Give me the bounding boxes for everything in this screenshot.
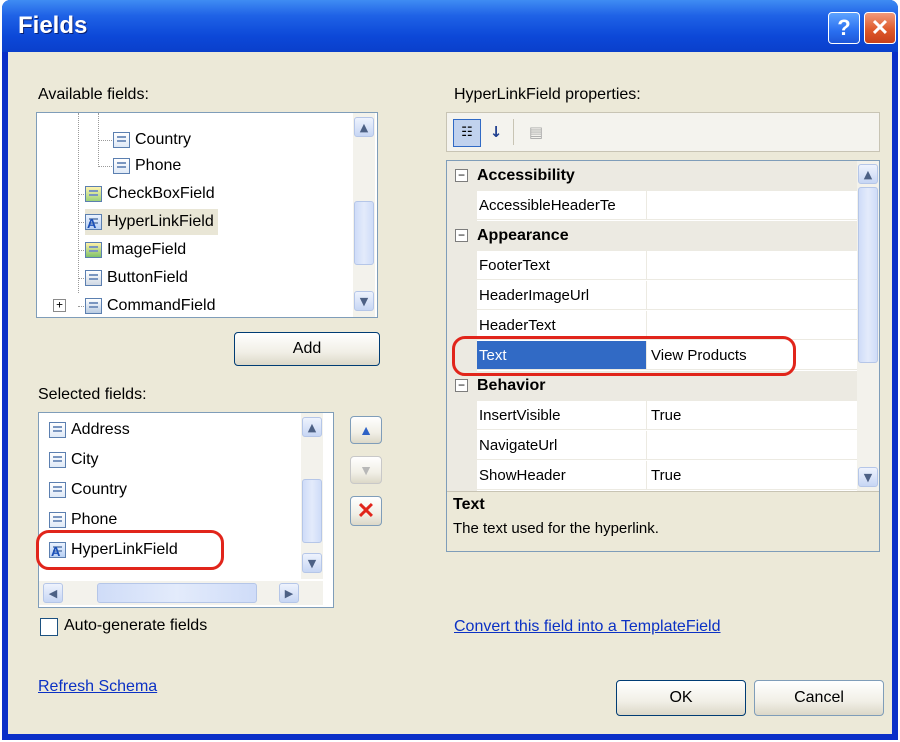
cancel-button[interactable]: Cancel: [754, 680, 884, 716]
auto-generate-checkbox[interactable]: [40, 618, 58, 636]
selected-fields-label: Selected fields:: [38, 386, 147, 403]
scroll-down-icon[interactable]: ▼: [302, 553, 322, 573]
boundfield-icon: [113, 157, 130, 174]
list-item[interactable]: Address: [49, 417, 130, 443]
property-row-selected[interactable]: Text View Products: [447, 341, 857, 371]
tree-item[interactable]: ImageField: [85, 237, 186, 263]
scroll-thumb[interactable]: [97, 583, 257, 603]
scroll-up-icon[interactable]: ▲: [302, 417, 322, 437]
tree-item[interactable]: CommandField: [85, 293, 215, 317]
boundfield-icon: [49, 421, 66, 438]
property-row[interactable]: AccessibleHeaderTe: [447, 191, 857, 221]
move-up-button[interactable]: ▲: [350, 416, 382, 444]
property-row[interactable]: HeaderImageUrl: [447, 281, 857, 311]
scroll-thumb[interactable]: [354, 201, 374, 265]
arrow-down-icon: ▼: [359, 462, 373, 478]
available-fields-scrollbar[interactable]: ▲ ▼: [353, 113, 375, 317]
properties-label: HyperLinkField properties:: [454, 86, 641, 103]
property-grid-scrollbar[interactable]: ▲ ▼: [857, 161, 879, 491]
boundfield-icon: [49, 451, 66, 468]
categorized-icon[interactable]: ☷: [453, 119, 481, 147]
tree-item[interactable]: ButtonField: [85, 265, 188, 291]
property-pages-icon[interactable]: ▤: [523, 119, 549, 145]
tree-item[interactable]: CheckBoxField: [85, 181, 215, 207]
list-item[interactable]: Country: [49, 477, 127, 503]
category-accessibility[interactable]: − Accessibility: [447, 161, 857, 191]
help-button[interactable]: ?: [828, 12, 860, 44]
property-row[interactable]: FooterText: [447, 251, 857, 281]
property-grid[interactable]: − Accessibility AccessibleHeaderTe − App…: [446, 160, 880, 552]
dialog-title: Fields: [18, 12, 88, 39]
properties-toolbar: ☷ ↓ ▤: [446, 112, 880, 152]
refresh-schema-link[interactable]: Refresh Schema: [38, 678, 157, 696]
scroll-down-icon[interactable]: ▼: [858, 467, 878, 487]
scroll-up-icon[interactable]: ▲: [354, 117, 374, 137]
fields-dialog: Fields ? ✕ Available fields: Country Pho…: [2, 0, 898, 740]
title-bar[interactable]: Fields ? ✕: [2, 0, 898, 52]
scroll-left-icon[interactable]: ◀: [43, 583, 63, 603]
list-item[interactable]: City: [49, 447, 99, 473]
tree-item[interactable]: Country: [113, 127, 191, 153]
commandfield-icon: [85, 297, 102, 314]
move-down-button[interactable]: ▼: [350, 456, 382, 484]
selected-fields-list[interactable]: Address City Country Phone HyperLinkFiel…: [38, 412, 334, 608]
checkboxfield-icon: [85, 185, 102, 202]
list-item-selected[interactable]: HyperLinkField: [49, 537, 178, 565]
tree-item-selected[interactable]: HyperLinkField: [85, 209, 218, 237]
scroll-thumb[interactable]: [302, 479, 322, 543]
property-row[interactable]: InsertVisible True: [447, 401, 857, 431]
property-row[interactable]: ShowHeader True: [447, 461, 857, 491]
arrow-up-icon: ▲: [359, 422, 373, 438]
text-property-input[interactable]: View Products: [647, 341, 857, 370]
delete-button[interactable]: ✕: [350, 496, 382, 526]
buttonfield-icon: [85, 269, 102, 286]
available-fields-tree[interactable]: Country Phone CheckBoxField HyperLinkFie…: [36, 112, 378, 318]
property-row[interactable]: NavigateUrl: [447, 431, 857, 461]
boundfield-icon: [49, 481, 66, 498]
alphabetical-icon[interactable]: ↓: [483, 119, 509, 145]
close-button[interactable]: ✕: [864, 12, 896, 44]
auto-generate-label: Auto-generate fields: [64, 617, 208, 634]
property-description-pane: Text The text used for the hyperlink.: [447, 491, 879, 551]
scroll-up-icon[interactable]: ▲: [858, 164, 878, 184]
toolbar-separator: [513, 119, 514, 145]
collapse-icon[interactable]: −: [455, 379, 468, 392]
category-appearance[interactable]: − Appearance: [447, 221, 857, 251]
imagefield-icon: [85, 241, 102, 258]
ok-button[interactable]: OK: [616, 680, 746, 716]
selected-fields-vscrollbar[interactable]: ▲ ▼: [301, 413, 323, 579]
selected-fields-hscrollbar[interactable]: ◀ ▶: [39, 581, 323, 605]
property-row[interactable]: HeaderText: [447, 311, 857, 341]
scroll-thumb[interactable]: [858, 187, 878, 363]
boundfield-icon: [113, 131, 130, 148]
description-title: Text: [453, 496, 485, 513]
expand-icon[interactable]: +: [53, 299, 66, 312]
category-behavior[interactable]: − Behavior: [447, 371, 857, 401]
hyperlinkfield-icon: [85, 211, 102, 237]
collapse-icon[interactable]: −: [455, 229, 468, 242]
collapse-icon[interactable]: −: [455, 169, 468, 182]
dialog-client-area: Available fields: Country Phone CheckBox…: [8, 52, 892, 734]
description-text: The text used for the hyperlink.: [453, 520, 659, 537]
boundfield-icon: [49, 511, 66, 528]
add-button[interactable]: Add: [234, 332, 380, 366]
scroll-down-icon[interactable]: ▼: [354, 291, 374, 311]
scroll-right-icon[interactable]: ▶: [279, 583, 299, 603]
tree-item[interactable]: Phone: [113, 153, 181, 179]
hyperlinkfield-icon: [49, 539, 66, 565]
list-item[interactable]: Phone: [49, 507, 117, 533]
delete-icon: ✕: [356, 498, 376, 523]
available-fields-label: Available fields:: [38, 86, 149, 103]
convert-to-templatefield-link[interactable]: Convert this field into a TemplateField: [454, 618, 721, 636]
